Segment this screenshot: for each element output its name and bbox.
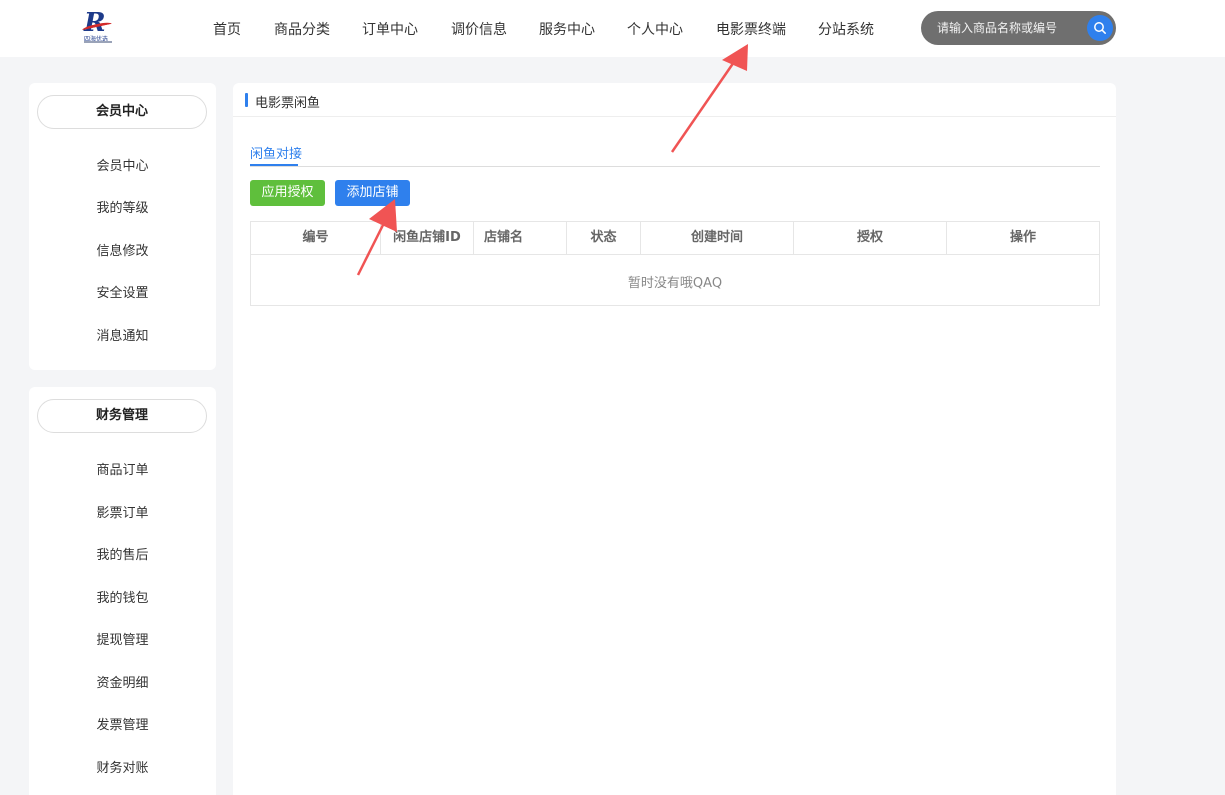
sidebar-item-fund-details[interactable]: 资金明细 [29, 672, 216, 691]
sidebar-item-product-orders[interactable]: 商品订单 [29, 459, 216, 478]
nav-item-orders[interactable]: 订单中心 [362, 19, 418, 39]
sidebar-member-card: 会员中心 会员中心 我的等级 信息修改 安全设置 消息通知 [29, 83, 216, 370]
title-accent-bar [245, 93, 248, 107]
nav-item-categories[interactable]: 商品分类 [274, 19, 330, 39]
sidebar-item-after-sales[interactable]: 我的售后 [29, 544, 216, 563]
search-icon [1094, 22, 1106, 34]
tab-xianyu-integration[interactable]: 闲鱼对接 [250, 143, 302, 162]
page-title: 电影票闲鱼 [255, 96, 321, 111]
search-button[interactable] [1087, 15, 1113, 41]
sidebar-item-ticket-orders[interactable]: 影票订单 [29, 502, 216, 521]
sidebar-item-member-center[interactable]: 会员中心 [29, 155, 216, 174]
sidebar-finance-title: 财务管理 [37, 399, 207, 433]
column-header-authorization[interactable]: 授权 [794, 222, 947, 255]
logo-underline [84, 41, 112, 43]
column-header-store-name[interactable]: 店铺名 [474, 222, 567, 255]
sidebar-item-withdrawals[interactable]: 提现管理 [29, 629, 216, 648]
nav-item-personal[interactable]: 个人中心 [627, 19, 683, 39]
apply-auth-button[interactable]: 应用授权 [250, 180, 325, 206]
top-bar: R 四海优选 首页 商品分类 订单中心 调价信息 服务中心 个人中心 电影票终端… [0, 0, 1225, 57]
sidebar-item-invoices[interactable]: 发票管理 [29, 714, 216, 733]
sidebar-item-security[interactable]: 安全设置 [29, 282, 216, 301]
sidebar-member-title: 会员中心 [37, 95, 207, 129]
sidebar-item-wallet[interactable]: 我的钱包 [29, 587, 216, 606]
brand-logo[interactable]: R 四海优选 [81, 10, 113, 44]
column-header-xianyu-store-id[interactable]: 闲鱼店铺ID [381, 222, 474, 255]
sidebar-item-edit-info[interactable]: 信息修改 [29, 240, 216, 259]
sidebar-item-reconciliation[interactable]: 财务对账 [29, 757, 216, 776]
add-store-button[interactable]: 添加店铺 [335, 180, 410, 206]
nav-item-service[interactable]: 服务中心 [539, 19, 595, 39]
stores-table: 编号 闲鱼店铺ID 店铺名 状态 创建时间 授权 操作 暂时没有哦QAQ [250, 221, 1100, 306]
search-input[interactable] [937, 19, 1087, 37]
sidebar-item-my-level[interactable]: 我的等级 [29, 197, 216, 216]
main-panel: 电影票闲鱼 闲鱼对接 应用授权 添加店铺 编号 闲鱼店铺ID 店铺名 状态 创建… [233, 83, 1116, 795]
column-header-status[interactable]: 状态 [567, 222, 641, 255]
nav-item-home[interactable]: 首页 [213, 19, 241, 39]
sidebar-item-notifications[interactable]: 消息通知 [29, 325, 216, 344]
sidebar-finance-card: 财务管理 商品订单 影票订单 我的售后 我的钱包 提现管理 资金明细 发票管理 … [29, 387, 216, 795]
table-empty-message: 暂时没有哦QAQ [627, 276, 723, 291]
column-header-id[interactable]: 编号 [251, 222, 381, 255]
nav-item-price-info[interactable]: 调价信息 [451, 19, 507, 39]
table-header: 编号 闲鱼店铺ID 店铺名 状态 创建时间 授权 操作 [251, 222, 1099, 255]
tab-bar-line [250, 166, 1100, 167]
nav-item-substation[interactable]: 分站系统 [818, 19, 874, 39]
column-header-created-time[interactable]: 创建时间 [641, 222, 794, 255]
column-header-actions[interactable]: 操作 [947, 222, 1099, 255]
title-divider [233, 116, 1116, 117]
nav-item-movie-ticket[interactable]: 电影票终端 [716, 19, 786, 39]
